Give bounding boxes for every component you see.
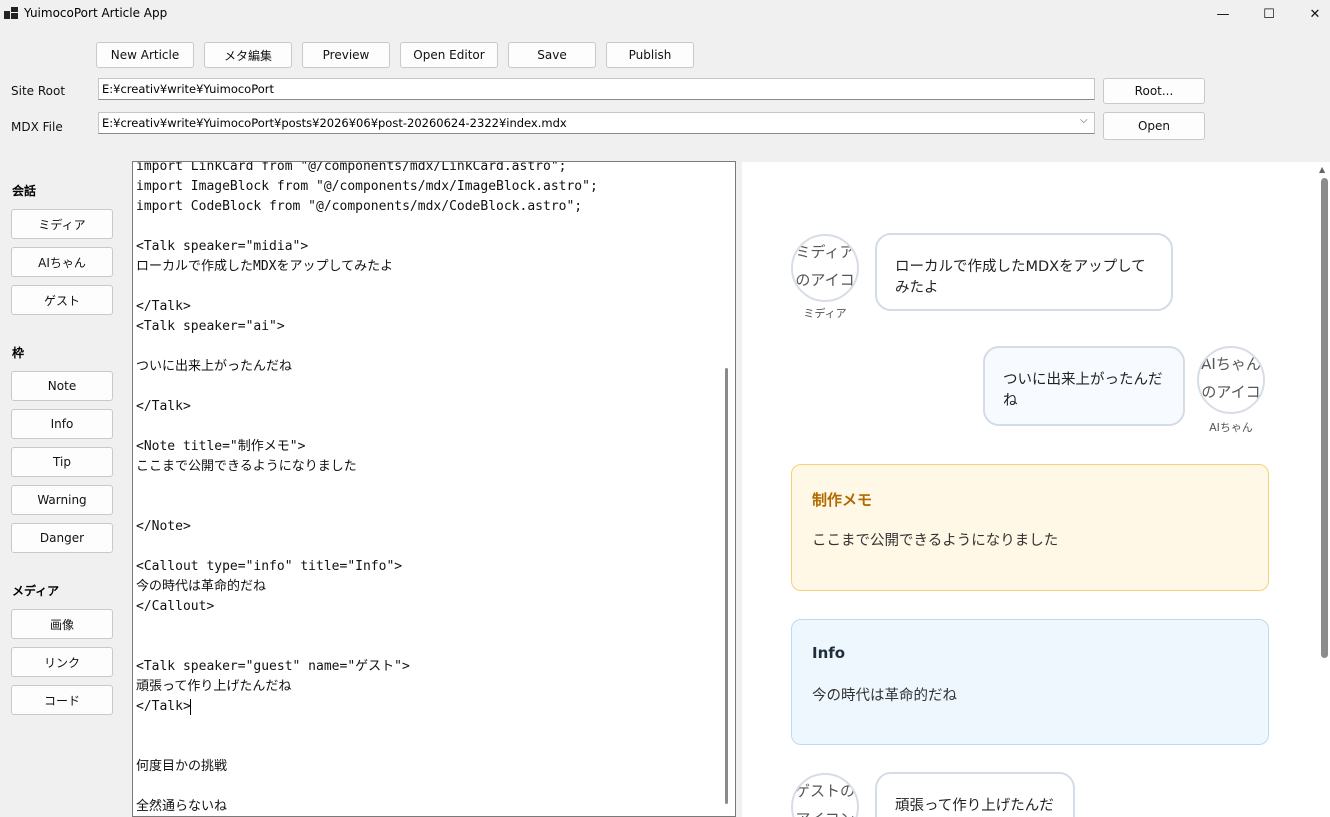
talk-midia-button[interactable]: ミディア <box>11 209 113 239</box>
editor-scrollbar-thumb[interactable] <box>725 368 728 804</box>
note-button[interactable]: Note <box>11 371 113 401</box>
close-icon: ✕ <box>1309 6 1321 22</box>
link-button[interactable]: リンク <box>11 647 113 677</box>
note-title: 制作メモ <box>812 491 873 509</box>
midia-name: ミディア <box>803 307 847 320</box>
preview-scrollbar-thumb[interactable] <box>1321 178 1328 658</box>
ai-bubble: ついに出来上がったんだね <box>983 346 1185 426</box>
note-box: 制作メモ ここまで公開できるようになりました <box>791 464 1269 591</box>
code-button[interactable]: コード <box>11 685 113 715</box>
title-bar <box>0 0 1330 28</box>
ai-name: AIちゃん <box>1209 421 1253 434</box>
meta-edit-button[interactable]: メタ編集 <box>204 42 292 68</box>
danger-button[interactable]: Danger <box>11 523 113 553</box>
chevron-down-icon[interactable]: ⌵ <box>1080 115 1088 126</box>
midia-bubble: ローカルで作成したMDXをアップしてみたよ <box>875 233 1173 311</box>
info-button[interactable]: Info <box>11 409 113 439</box>
new-article-button[interactable]: New Article <box>96 42 194 68</box>
open-button[interactable]: Open <box>1103 112 1205 140</box>
editor-line: 全然通らないね <box>136 799 228 814</box>
editor-line: 何度目かの挑戦 <box>136 759 228 774</box>
site-root-label: Site Root <box>11 84 66 98</box>
guest-bubble: 頑張って作り上げたんだね <box>875 772 1075 817</box>
mdx-file-label: MDX File <box>11 120 63 134</box>
editor-line: </Callout> <box>136 599 215 614</box>
editor-line: </Talk> <box>136 399 191 414</box>
guest-avatar: ゲストのアイコン <box>791 773 859 817</box>
image-button[interactable]: 画像 <box>11 609 113 639</box>
publish-button[interactable]: Publish <box>606 42 694 68</box>
editor-line: import LinkCard from "@/components/mdx/L… <box>136 161 567 174</box>
editor-line: </Talk> <box>136 699 191 714</box>
editor-line: <Talk speaker="guest" name="ゲスト"> <box>136 659 410 674</box>
scroll-up-arrow-icon[interactable]: ▲ <box>1319 165 1325 174</box>
close-button[interactable]: ✕ <box>1292 0 1330 28</box>
media-section-heading: メディア <box>12 584 60 598</box>
editor-line: import CodeBlock from "@/components/mdx/… <box>136 199 583 214</box>
talk-ai-button[interactable]: AIちゃん <box>11 247 113 277</box>
minimize-icon: — <box>1216 6 1230 22</box>
editor-line: <Talk speaker="ai"> <box>136 319 285 334</box>
mdx-editor[interactable]: import LinkCard from "@/components/mdx/L… <box>132 161 736 817</box>
talk-section-heading: 会話 <box>12 184 37 198</box>
minimize-button[interactable]: — <box>1200 0 1246 28</box>
root-browse-button[interactable]: Root... <box>1103 78 1205 104</box>
editor-line: </Talk> <box>136 299 191 314</box>
editor-line: ここまで公開できるようになりました <box>136 459 357 474</box>
editor-line: 頑張って作り上げたんだね <box>136 679 292 694</box>
tip-button[interactable]: Tip <box>11 447 113 477</box>
mdx-file-select[interactable]: E:¥creativ¥write¥YuimocoPort¥posts¥2026¥… <box>98 112 1095 134</box>
editor-code: import LinkCard from "@/components/mdx/L… <box>136 161 721 816</box>
note-body: ここまで公開できるようになりました <box>812 533 1059 549</box>
info-body: 今の時代は革命的だね <box>812 688 957 704</box>
talk-guest-button[interactable]: ゲスト <box>11 285 113 315</box>
editor-line: <Callout type="info" title="Info"> <box>136 559 403 574</box>
preview-pane[interactable]: ミディアのアイコン ミディア ローカルで作成したMDXをアップしてみたよ ついに… <box>742 162 1330 817</box>
ai-avatar: AIちゃんのアイコン <box>1197 346 1265 414</box>
editor-line: ローカルで作成したMDXをアップしてみたよ <box>136 259 394 274</box>
window-title: YuimocoPort Article App <box>24 6 168 20</box>
mdx-file-value: E:¥creativ¥write¥YuimocoPort¥posts¥2026¥… <box>102 116 567 130</box>
warning-button[interactable]: Warning <box>11 485 113 515</box>
info-box: Info 今の時代は革命的だね <box>791 619 1269 745</box>
editor-line: <Note title="制作メモ"> <box>136 439 306 454</box>
editor-line: </Note> <box>136 519 191 534</box>
midia-avatar: ミディアのアイコン <box>791 234 859 302</box>
editor-line: import ImageBlock from "@/components/mdx… <box>136 179 598 194</box>
app-icon <box>4 7 18 19</box>
editor-line: <Talk speaker="midia"> <box>136 239 309 254</box>
preview-button[interactable]: Preview <box>302 42 390 68</box>
maximize-button[interactable]: ☐ <box>1246 0 1292 28</box>
info-title: Info <box>812 644 846 662</box>
site-root-input[interactable]: E:¥creativ¥write¥YuimocoPort <box>98 78 1095 100</box>
editor-line: ついに出来上がったんだね <box>136 359 293 374</box>
maximize-icon: ☐ <box>1263 6 1275 22</box>
open-editor-button[interactable]: Open Editor <box>400 42 498 68</box>
frame-section-heading: 枠 <box>12 346 25 360</box>
save-button[interactable]: Save <box>508 42 596 68</box>
editor-line: 今の時代は革命的だね <box>136 579 267 594</box>
text-caret <box>190 699 191 715</box>
